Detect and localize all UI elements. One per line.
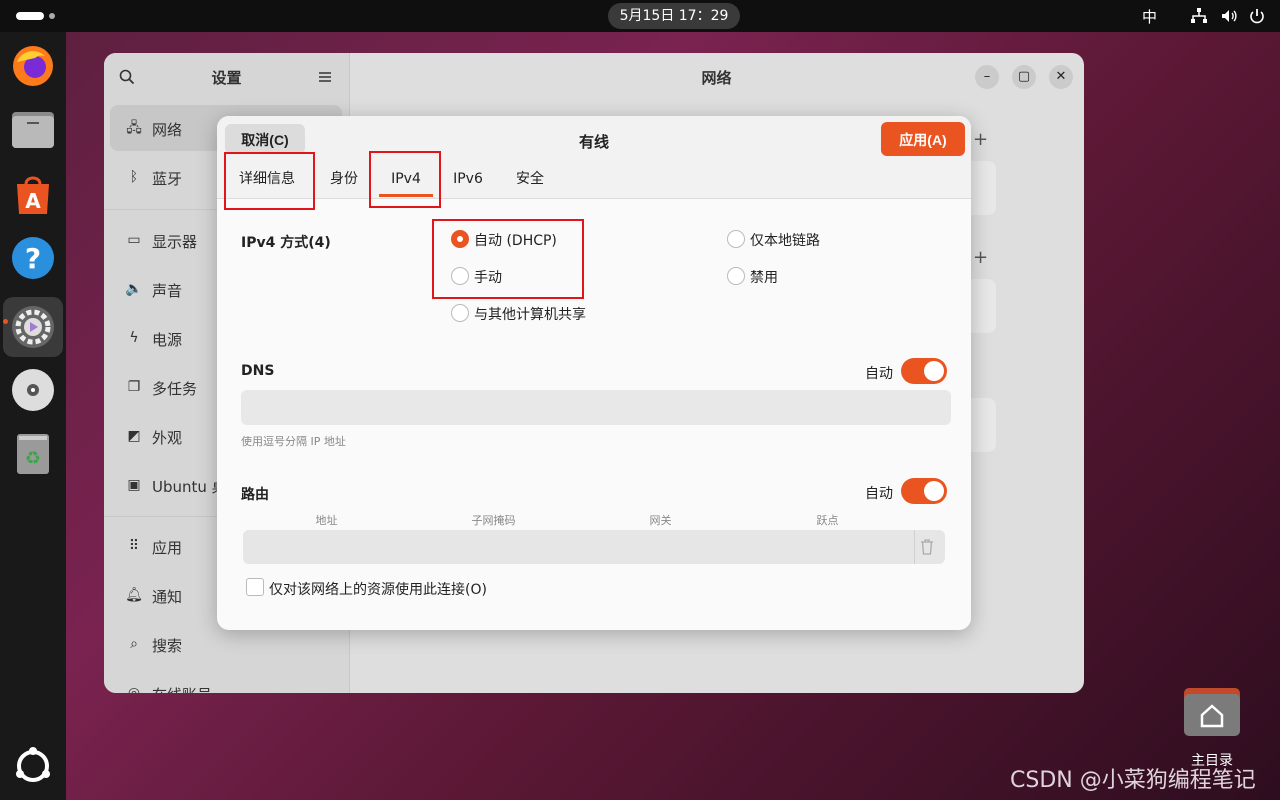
svg-text:A: A [25,189,41,213]
radio-shared-label: 与其他计算机共享 [474,307,586,323]
minimize-button[interactable]: – [975,65,999,89]
route-metric-input[interactable] [744,530,915,564]
sidebar-item-online-accounts[interactable]: ◎在线账号 [110,670,342,693]
background-card [970,161,996,215]
top-bar: 5月15日 17：29 中 [0,0,1280,32]
network-tray-icon[interactable] [1190,7,1208,25]
dock: A ? ♻ [0,32,66,800]
add-icon[interactable]: + [973,129,988,150]
only-local-checkbox[interactable] [246,578,264,596]
background-card [970,279,996,333]
add-icon[interactable]: + [973,247,988,268]
running-indicator [3,319,8,324]
hamburger-menu-icon[interactable] [318,70,332,84]
background-card [970,398,996,452]
show-apps-icon[interactable] [9,742,57,790]
routes-label: 路由 [241,487,269,503]
files-icon[interactable] [9,106,57,154]
tab-security[interactable]: 安全 [507,164,553,194]
apply-button[interactable]: 应用(A) [881,122,965,156]
help-icon[interactable]: ? [9,234,57,282]
main-title: 网络 [701,69,732,87]
radio-disabled-label: 禁用 [750,270,778,286]
disc-icon[interactable] [9,366,57,414]
only-local-label: 仅对该网络上的资源使用此连接(O) [269,582,487,598]
volume-tray-icon[interactable] [1220,7,1238,25]
bluetooth-icon: ᛒ [129,169,139,185]
radio-link-local-label: 仅本地链路 [750,233,820,249]
radio-link-local[interactable] [727,230,745,248]
trash-icon[interactable] [920,539,934,555]
bell-icon: 🔔︎ [125,587,143,603]
radio-shared[interactable] [451,304,469,322]
highlight-box-details [224,152,315,210]
trash-icon[interactable]: ♻ [9,430,57,478]
appearance-icon: ◩ [127,428,141,444]
app-center-icon[interactable]: A [9,170,57,218]
apps-icon: ⠿ [128,538,140,554]
input-method-indicator[interactable]: 中 [1142,6,1157,27]
dialog-header: 取消(C) 有线 应用(A) 详细信息 身份 IPv4 IPv6 安全 [217,116,971,210]
dns-auto-toggle[interactable] [901,358,947,384]
desktop-icon: ▣ [127,477,141,493]
search-icon: ⌕ [130,636,138,652]
ipv4-method-label: IPv4 方式(4) [241,235,331,251]
watermark: CSDN @小菜狗编程笔记 [1010,768,1256,793]
wired-connection-dialog: 取消(C) 有线 应用(A) 详细信息 身份 IPv4 IPv6 安全 IPv4… [217,116,971,630]
power-icon: ϟ [129,330,139,346]
workspace-dot [49,13,55,19]
dialog-title: 有线 [578,133,609,151]
svg-text:?: ? [25,242,41,275]
home-folder-icon[interactable] [1184,688,1240,736]
sound-icon: 🔈 [125,281,143,297]
activities-indicator[interactable] [16,12,44,20]
route-netmask-input[interactable] [410,530,581,564]
route-row [243,530,945,564]
settings-icon[interactable] [9,303,57,351]
close-button[interactable]: ✕ [1049,65,1073,89]
network-icon: 🖧 [126,120,142,136]
tab-identity[interactable]: 身份 [321,164,367,194]
firefox-icon[interactable] [9,42,57,90]
routes-auto-toggle[interactable] [901,478,947,504]
display-icon: ▭ [127,232,141,248]
clock[interactable]: 5月15日 17：29 [608,3,740,29]
tab-ipv6[interactable]: IPv6 [445,164,491,194]
sidebar-title: 设置 [211,69,242,87]
accounts-icon: ◎ [127,685,141,693]
dns-auto-label: 自动 [865,366,893,382]
dns-label: DNS [241,363,275,379]
radio-disabled[interactable] [727,267,745,285]
route-gateway-input[interactable] [577,530,748,564]
highlight-box-ipv4 [369,151,441,208]
route-col-gateway: 网关 [649,514,672,527]
routes-auto-label: 自动 [865,486,893,502]
dns-hint: 使用逗号分隔 IP 地址 [241,435,346,448]
svg-text:♻: ♻ [25,448,41,469]
route-address-input[interactable] [243,530,414,564]
maximize-button[interactable]: ▢ [1012,65,1036,89]
power-tray-icon[interactable] [1248,7,1266,25]
route-col-metric: 跃点 [816,514,839,527]
route-col-address: 地址 [315,514,338,527]
dns-input[interactable] [241,390,951,425]
highlight-box-method [432,219,584,299]
route-col-netmask: 子网掩码 [471,514,516,527]
multitask-icon: ❐ [127,379,141,395]
